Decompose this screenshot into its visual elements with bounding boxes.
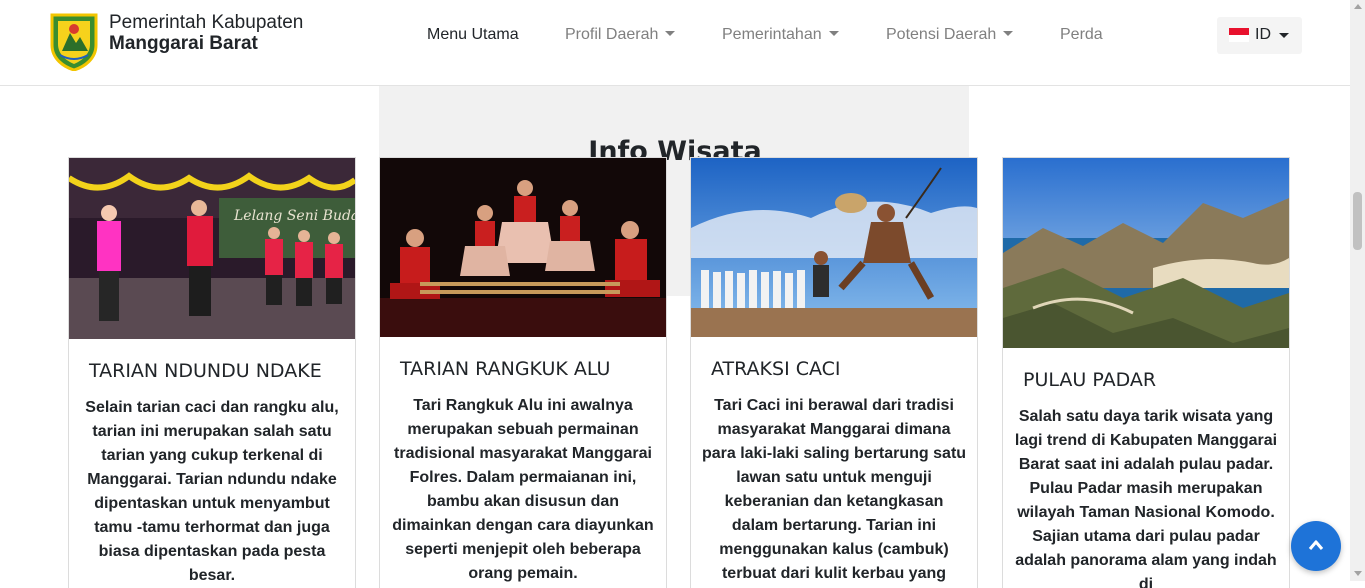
card-title[interactable]: TARIAN NDUNDU NDAKE — [69, 360, 355, 382]
pulau-padar-photo-image[interactable] — [1003, 158, 1289, 348]
scroll-up-icon[interactable] — [1354, 4, 1362, 9]
card-description: Tari Rangkuk Alu ini awalnya merupakan s… — [392, 397, 654, 582]
card-description: Selain tarian caci dan rangku alu, taria… — [85, 399, 339, 584]
card-description: Tari Caci ini berawal dari tradisi masya… — [701, 397, 967, 582]
chevron-down-icon — [665, 31, 676, 36]
nav-label: Pemerintahan — [722, 26, 822, 43]
tour-card[interactable]: Lelang Seni Budaya TARIAN NDUNDU NDAKE S… — [68, 157, 356, 588]
dance-photo-image[interactable]: Lelang Seni Budaya — [69, 158, 355, 339]
regency-crest-icon[interactable] — [48, 11, 100, 71]
dance-photo-image[interactable] — [380, 158, 666, 337]
language-selector[interactable]: ID — [1217, 17, 1302, 54]
tour-card[interactable]: PULAU PADAR Salah satu daya tarik wisata… — [1002, 157, 1290, 588]
chevron-down-icon — [1003, 31, 1014, 36]
scroll-down-icon[interactable] — [1354, 571, 1362, 576]
nav-potensi-daerah[interactable]: Potensi Daerah — [886, 26, 1014, 44]
chevron-down-icon — [1279, 33, 1289, 38]
back-to-top-button[interactable] — [1291, 521, 1341, 571]
nav-menu-utama[interactable]: Menu Utama — [427, 26, 519, 44]
svg-text:Lelang Seni Budaya: Lelang Seni Budaya — [233, 208, 355, 224]
nav-label: Menu Utama — [427, 26, 519, 43]
nav-perda[interactable]: Perda — [1060, 26, 1103, 44]
chevron-down-icon — [828, 31, 839, 36]
caci-photo-image[interactable] — [691, 158, 977, 337]
card-title[interactable]: ATRAKSI CACI — [691, 358, 977, 380]
nav-pemerintahan[interactable]: Pemerintahan — [722, 26, 839, 44]
nav-label: Profil Daerah — [565, 26, 659, 43]
nav-profil-daerah[interactable]: Profil Daerah — [565, 26, 676, 44]
tour-card[interactable]: ATRAKSI CACI Tari Caci ini berawal dari … — [690, 157, 978, 588]
card-title[interactable]: PULAU PADAR — [1003, 369, 1289, 391]
brand-line-1[interactable]: Pemerintah Kabupaten — [109, 12, 303, 34]
vertical-scrollbar[interactable] — [1350, 0, 1365, 581]
top-navbar: Pemerintah Kabupaten Manggarai Barat Men… — [0, 0, 1350, 86]
scrollbar-thumb[interactable] — [1353, 192, 1362, 250]
nav-label: Perda — [1060, 26, 1103, 43]
tour-card[interactable]: TARIAN RANGKUK ALU Tari Rangkuk Alu ini … — [379, 157, 667, 588]
arrow-up-icon — [1308, 540, 1324, 550]
nav-label: Potensi Daerah — [886, 26, 997, 43]
brand-line-2[interactable]: Manggarai Barat — [109, 33, 258, 55]
card-description: Salah satu daya tarik wisata yang lagi t… — [1014, 408, 1278, 588]
card-title[interactable]: TARIAN RANGKUK ALU — [380, 358, 666, 380]
indonesia-flag-icon — [1229, 28, 1249, 42]
language-label: ID — [1255, 26, 1271, 43]
